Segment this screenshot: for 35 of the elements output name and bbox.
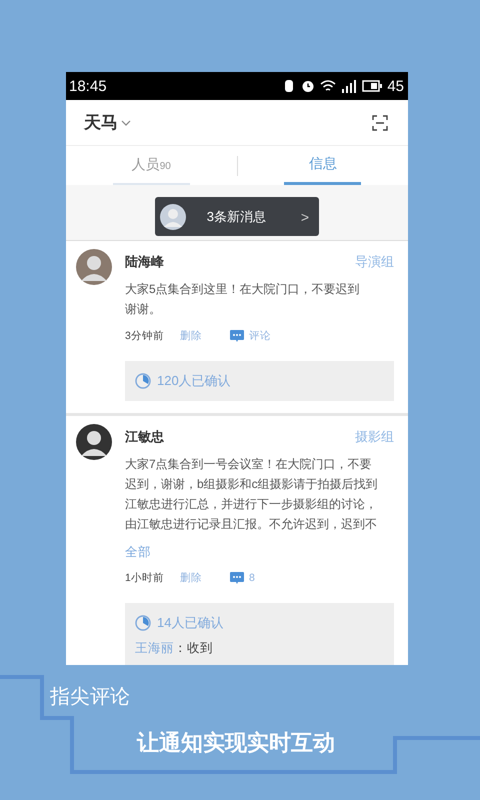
delete-link[interactable]: 删除	[180, 329, 230, 343]
show-all-link[interactable]: 全部	[125, 544, 394, 561]
scan-icon[interactable]	[372, 114, 388, 130]
avatar-icon	[76, 424, 112, 460]
post-time: 1小时前	[125, 571, 165, 585]
clock-time: 18:45	[69, 78, 107, 94]
comment-icon[interactable]	[230, 330, 244, 342]
comment-link[interactable]: 评论	[249, 329, 271, 343]
battery-icon	[362, 80, 382, 92]
comment-icon[interactable]	[230, 572, 244, 584]
pie-icon	[135, 615, 151, 631]
comment-link[interactable]: 8	[249, 572, 255, 584]
group-link[interactable]: 摄影组	[355, 428, 394, 446]
signal-icon	[341, 79, 358, 93]
alarm-icon	[301, 79, 316, 93]
chevron-down-icon[interactable]	[121, 118, 131, 126]
author-name: 陆海峰	[125, 253, 164, 271]
pie-icon	[135, 373, 151, 389]
group-link[interactable]: 导演组	[355, 253, 394, 271]
delete-link[interactable]: 删除	[180, 571, 230, 585]
tagline-subtitle: 让通知实现实时互动	[137, 729, 335, 757]
new-messages-button[interactable]: 3条新消息 >	[155, 197, 319, 236]
post-time: 3分钟前	[125, 329, 165, 343]
team-selector[interactable]: 天马	[84, 111, 118, 134]
wifi-icon	[320, 79, 336, 93]
message-text: 大家5点集合到这里！在大院门口，不要迟到 谢谢。	[125, 281, 361, 318]
message-text: 大家7点集合到一号会议室！在大院门口，不要 迟到，谢谢，b组摄影和c组摄影请于拍摄后找到 江敏忠进行汇总，并进行下一步摄影组的讨论， 由江敏忠进行记录且汇报。不允许迟到，迟到不	[125, 456, 379, 533]
confirm-count[interactable]: 120人已确认	[157, 372, 231, 390]
avatar-icon	[160, 204, 186, 230]
avatar-icon	[76, 249, 112, 285]
author-name: 江敏忠	[125, 428, 164, 446]
battery-level: 45	[387, 78, 404, 94]
reply-text: 王海丽：收到	[135, 640, 214, 657]
tagline-title: 指尖评论	[50, 685, 130, 710]
confirm-count[interactable]: 14人已确认	[157, 614, 224, 632]
